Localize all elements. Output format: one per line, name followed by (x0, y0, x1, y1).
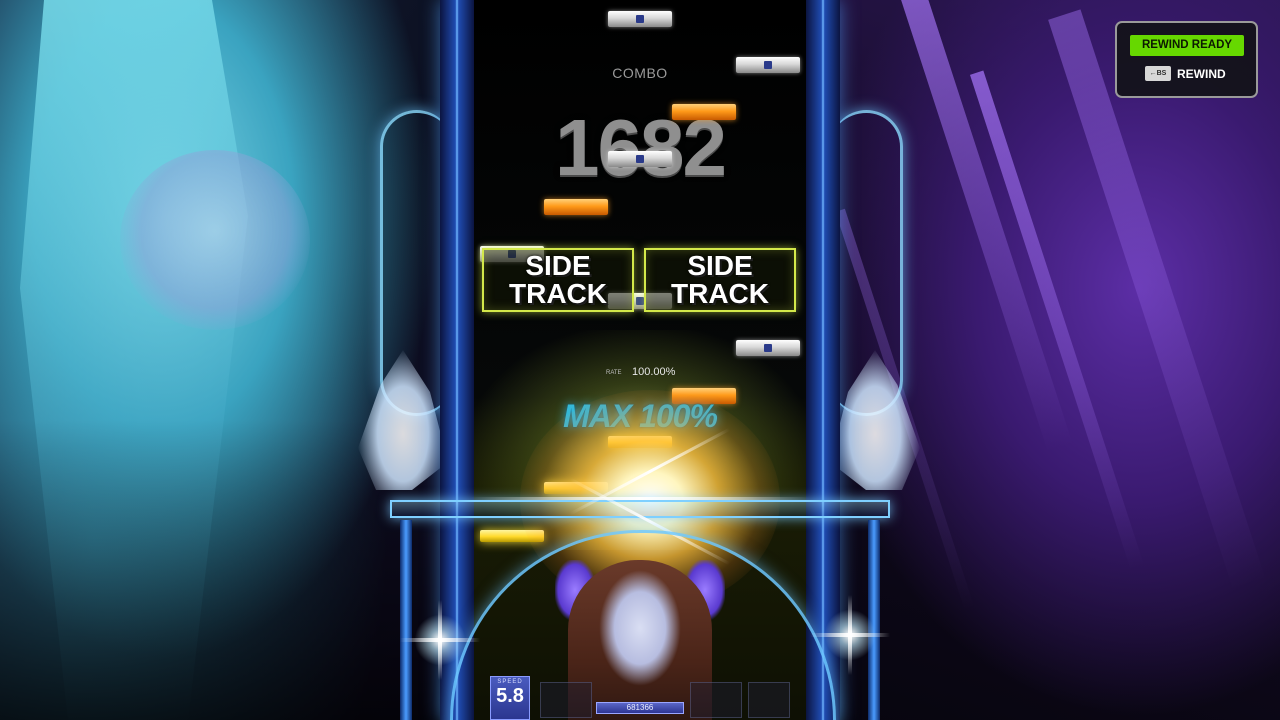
hud-slot (540, 682, 592, 718)
white-note (736, 340, 800, 356)
purple-streak (893, 0, 1073, 452)
speed-value: 5.8 (496, 685, 524, 707)
rewind-button[interactable]: ←BS REWIND (1145, 66, 1226, 81)
speed-indicator: SPEED 5.8 (490, 676, 530, 720)
backspace-key-icon: ←BS (1145, 66, 1171, 81)
score-display: 681366 (596, 702, 684, 714)
orange-note (672, 104, 736, 120)
orange-note (544, 199, 608, 215)
sparkle-icon (820, 595, 880, 675)
white-note (608, 151, 672, 167)
white-note (736, 57, 800, 73)
side-track-left: SIDE TRACK (482, 248, 634, 312)
white-note (608, 11, 672, 27)
rate-label: RATE (606, 370, 622, 376)
side-track-right-label: SIDE TRACK (671, 250, 769, 309)
rewind-label: REWIND (1177, 66, 1226, 81)
side-track-right: SIDE TRACK (644, 248, 796, 312)
light-ray (470, 497, 810, 500)
hud-slot (690, 682, 742, 718)
hud-slot (748, 682, 790, 718)
rate-value: 100.00% (632, 366, 676, 378)
game-stage: COMBO 1682 SIDE TRACK SIDE TRACK RATE 10… (0, 0, 1280, 720)
sparkle-icon (410, 600, 470, 680)
character-face-art (120, 150, 310, 330)
rewind-panel: REWIND READY ←BS REWIND (1115, 21, 1258, 98)
side-track-left-label: SIDE TRACK (509, 250, 607, 309)
combo-counter: 1682 (555, 103, 727, 192)
rewind-ready-badge: REWIND READY (1130, 35, 1244, 56)
